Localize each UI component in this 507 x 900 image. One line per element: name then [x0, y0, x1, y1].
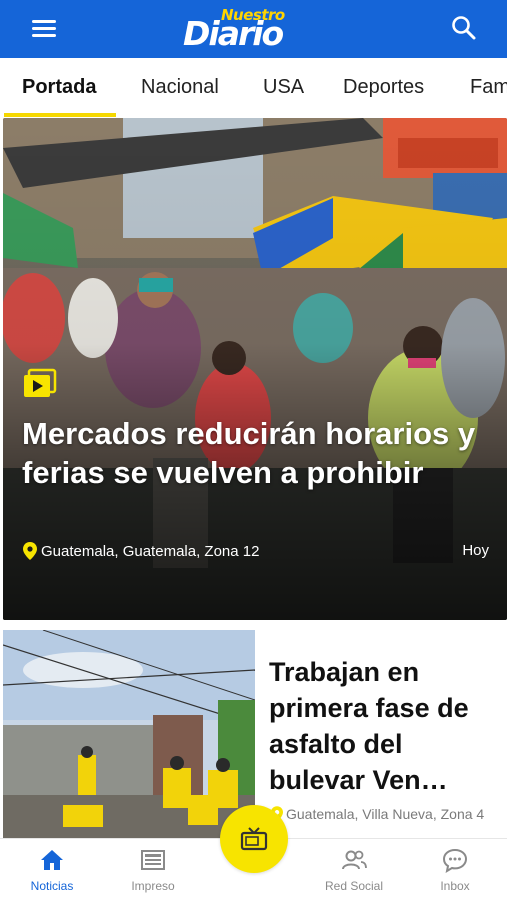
home-icon: [41, 850, 63, 870]
tv-icon: [240, 827, 268, 851]
users-icon: [342, 850, 367, 870]
road-workers-photo: [3, 630, 255, 838]
tab-portada[interactable]: Portada: [22, 76, 96, 99]
nav-red-social-label: Red Social: [324, 879, 384, 893]
logo-main-text: Diario: [183, 14, 284, 53]
nav-red-social[interactable]: Red Social: [304, 847, 404, 893]
app-screen: Nuestro Diario Portada Nacional USA Depo…: [0, 0, 507, 900]
featured-article-location: Guatemala, Guatemala, Zona 12: [23, 542, 259, 560]
nav-noticias-label: Noticias: [30, 879, 74, 893]
nav-noticias[interactable]: Noticias: [2, 847, 102, 893]
location-text: Guatemala, Villa Nueva, Zona 4: [286, 806, 485, 822]
nav-impreso-label: Impreso: [131, 879, 175, 893]
section-tabs: Portada Nacional USA Deportes Fam: [0, 58, 507, 118]
tab-nacional[interactable]: Nacional: [141, 76, 219, 99]
search-icon[interactable]: [450, 14, 478, 42]
location-text: Guatemala, Guatemala, Zona 12: [41, 542, 260, 560]
video-play-icon: [23, 368, 57, 398]
chat-bubble-icon: [442, 848, 468, 873]
featured-article-time: Hoy: [462, 542, 489, 559]
nav-impreso[interactable]: Impreso: [103, 847, 203, 893]
location-pin-icon: [23, 542, 37, 560]
hamburger-menu-icon[interactable]: [26, 16, 62, 44]
featured-article-card[interactable]: Mercados reducirán horarios y ferias se …: [3, 118, 507, 620]
article-title[interactable]: Trabajan en primera fase de asfalto del …: [269, 654, 505, 798]
top-app-bar: Nuestro Diario: [0, 0, 507, 58]
tab-familia[interactable]: Fam: [470, 76, 507, 99]
article-location: Guatemala, Villa Nueva, Zona 4: [271, 806, 484, 822]
nuestro-diario-logo[interactable]: Nuestro Diario: [183, 6, 328, 53]
nav-inbox-label: Inbox: [440, 879, 470, 893]
active-tab-indicator: [4, 113, 116, 117]
nav-inbox[interactable]: Inbox: [405, 847, 505, 893]
tab-usa[interactable]: USA: [263, 76, 304, 99]
featured-article-title[interactable]: Mercados reducirán horarios y ferias se …: [22, 414, 492, 492]
newspaper-icon: [141, 850, 165, 870]
live-tv-button[interactable]: [220, 805, 288, 873]
tab-deportes[interactable]: Deportes: [343, 76, 424, 99]
